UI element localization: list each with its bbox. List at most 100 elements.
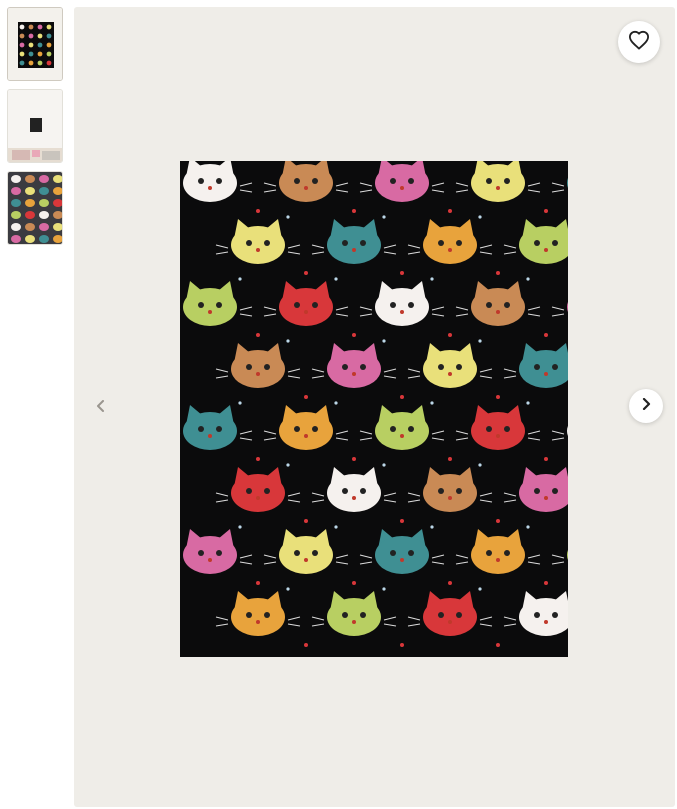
star-dot [478, 463, 482, 467]
heart-dot [256, 581, 260, 585]
cat-face [551, 301, 568, 317]
cat-face [455, 405, 541, 450]
cat-face [311, 467, 397, 512]
cat-face [407, 219, 493, 264]
cat-face [359, 529, 445, 574]
cat-face [503, 467, 568, 512]
next-image-button[interactable] [629, 389, 663, 423]
previous-image-button[interactable] [90, 397, 112, 419]
heart-dot [352, 457, 356, 461]
heart-dot [304, 271, 308, 275]
cat-face [359, 281, 445, 326]
heart-dot [400, 519, 404, 523]
cat-face [263, 161, 349, 202]
heart-dot [448, 457, 452, 461]
cat-face [263, 405, 349, 450]
thumbnail-poster[interactable] [7, 7, 63, 81]
star-dot [382, 587, 386, 591]
star-dot [526, 401, 530, 405]
cat-face [215, 591, 301, 636]
star-dot [478, 587, 482, 591]
heart-dot [496, 643, 500, 647]
heart-dot [544, 457, 548, 461]
star-dot [334, 525, 338, 529]
artwork-image [180, 161, 568, 657]
cat-face [455, 281, 541, 326]
heart-dot [352, 581, 356, 585]
chevron-left-icon [96, 399, 106, 417]
main-image-viewer [74, 7, 675, 807]
cat-face [180, 161, 253, 202]
cat-face [455, 529, 541, 574]
star-dot [286, 215, 290, 219]
heart-dot [352, 333, 356, 337]
cat-face [551, 549, 568, 565]
cat-face [311, 591, 397, 636]
heart-dot [304, 395, 308, 399]
heart-dot [496, 271, 500, 275]
star-dot [286, 587, 290, 591]
heart-dot [448, 333, 452, 337]
cat-face [407, 591, 493, 636]
cat-face [215, 343, 301, 388]
star-dot [526, 525, 530, 529]
favorite-button[interactable] [618, 21, 660, 63]
cat-face [215, 467, 301, 512]
star-dot [430, 401, 434, 405]
cat-face [180, 281, 253, 326]
star-dot [478, 339, 482, 343]
heart-dot [544, 333, 548, 337]
cat-face [180, 405, 253, 450]
heart-dot [400, 643, 404, 647]
chevron-right-icon [641, 397, 651, 415]
star-dot [382, 339, 386, 343]
cat-face [407, 467, 493, 512]
star-dot [382, 215, 386, 219]
cat-face [551, 177, 568, 193]
star-dot [430, 525, 434, 529]
thumbnail-room-mockup[interactable] [7, 89, 63, 163]
heart-dot [352, 209, 356, 213]
cat-face [180, 529, 253, 574]
cat-pattern-artwork [180, 161, 568, 647]
cat-face [263, 529, 349, 574]
star-dot [238, 277, 242, 281]
cat-face [407, 343, 493, 388]
cat-face [551, 425, 568, 441]
thumbnail-pattern-closeup[interactable] [7, 171, 63, 245]
heart-dot [448, 581, 452, 585]
heart-dot [256, 333, 260, 337]
cat-face [215, 219, 301, 264]
cat-face [359, 405, 445, 450]
cat-face [503, 343, 568, 388]
star-dot [238, 525, 242, 529]
cat-face [311, 343, 397, 388]
heart-dot [400, 395, 404, 399]
cat-face [359, 161, 445, 202]
heart-dot [448, 209, 452, 213]
cat-face [263, 281, 349, 326]
heart-dot [496, 395, 500, 399]
thumbnail-list [7, 7, 63, 253]
cat-face [455, 161, 541, 202]
star-dot [526, 277, 530, 281]
heart-dot [256, 209, 260, 213]
star-dot [382, 463, 386, 467]
product-gallery [0, 0, 677, 809]
cat-face [311, 219, 397, 264]
cat-face [503, 219, 568, 264]
heart-dot [304, 519, 308, 523]
star-dot [334, 401, 338, 405]
heart-dot [304, 643, 308, 647]
heart-dot [496, 519, 500, 523]
heart-dot [544, 209, 548, 213]
heart-icon [628, 30, 650, 55]
cat-face [503, 591, 568, 636]
star-dot [238, 401, 242, 405]
heart-dot [400, 271, 404, 275]
star-dot [430, 277, 434, 281]
star-dot [286, 339, 290, 343]
heart-dot [544, 581, 548, 585]
star-dot [286, 463, 290, 467]
star-dot [334, 277, 338, 281]
